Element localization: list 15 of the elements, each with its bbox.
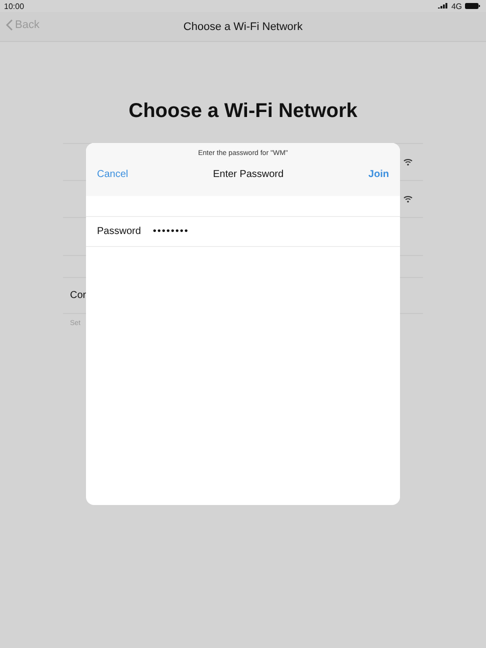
- cancel-button[interactable]: Cancel: [97, 169, 128, 180]
- nav-title: Choose a Wi-Fi Network: [183, 20, 303, 32]
- battery-icon: [465, 3, 480, 9]
- password-field[interactable]: ••••••••: [152, 226, 303, 237]
- join-button[interactable]: Join: [368, 169, 389, 180]
- dialog-title: Enter Password: [212, 169, 284, 180]
- wifi-icon: [403, 195, 413, 203]
- row-label: Cor: [70, 290, 86, 301]
- chevron-left-icon: [6, 19, 13, 31]
- network-label: 4G: [451, 2, 462, 10]
- wifi-icon: [403, 158, 413, 166]
- status-time: 10:00: [4, 2, 24, 10]
- page-heading: Choose a Wi-Fi Network: [128, 100, 358, 123]
- field-label: Password: [97, 226, 141, 237]
- signal-icon: [438, 3, 448, 9]
